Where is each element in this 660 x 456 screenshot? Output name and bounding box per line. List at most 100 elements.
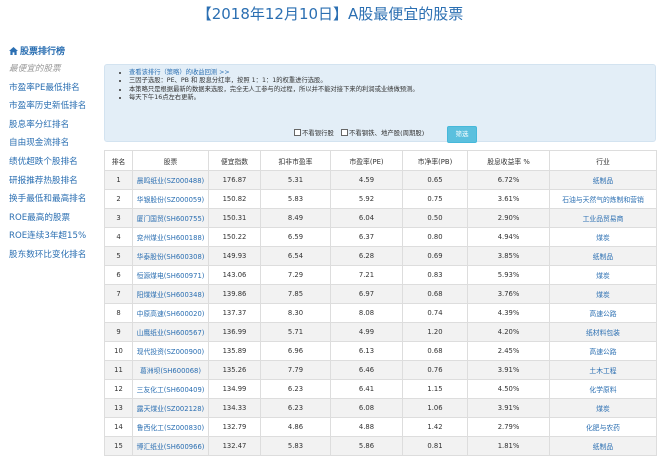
table-cell: 5.83 — [260, 436, 331, 456]
table-cell: 150.31 — [208, 208, 261, 228]
table-cell: 12 — [104, 379, 133, 399]
industry-link[interactable]: 高速公路 — [549, 303, 657, 323]
table-row: 4 兖州煤业(SH600188) 150.22 6.59 6.37 0.80 4.94% 煤炭 — [104, 227, 657, 247]
table-row: 8 中原高速(SH600020) 137.37 8.30 8.08 0.74 4.39% 高速… — [104, 303, 657, 323]
stock-link[interactable]: 兖州煤业(SH600188) — [132, 227, 209, 247]
industry-link[interactable]: 化肥与农药 — [549, 417, 657, 437]
sidebar-item[interactable]: 股息率分红排名 — [0, 116, 100, 135]
table-cell: 0.68 — [402, 341, 468, 361]
sidebar-item[interactable]: 绩优超跌个股排名 — [0, 153, 100, 172]
sidebar: 股票排行榜 最便宜的股票 市盈率PE最低排名 市盈率历史新低排名 股息率分红排名 自由现… — [0, 44, 100, 265]
table-cell: 2.90% — [467, 208, 550, 228]
stock-link[interactable]: 华泰股份(SH600308) — [132, 246, 209, 266]
info-line: 三因子选股：PE、PB 和 股息分红率，按照 1：1：1的权重进行选股。 — [129, 77, 645, 85]
table-cell: 143.06 — [208, 265, 261, 285]
stock-link[interactable]: 博汇纸业(SH600966) — [132, 436, 209, 456]
stock-link[interactable]: 现代投资(SZ000900) — [132, 341, 209, 361]
exclude-steel-checkbox[interactable]: 不看钢铁、地产股(周期股) — [341, 129, 424, 137]
sidebar-item[interactable]: 自由现金流排名 — [0, 134, 100, 153]
table-cell: 6.23 — [260, 379, 331, 399]
industry-link[interactable]: 工业品贸易商 — [549, 208, 657, 228]
stock-link[interactable]: 山鹰纸业(SH600567) — [132, 322, 209, 342]
industry-link[interactable]: 石油与天然气的炼制和营销 — [549, 189, 657, 209]
column-header[interactable]: 股票 — [132, 150, 209, 171]
table-cell: 5.31 — [260, 170, 331, 190]
stock-link[interactable]: 葛洲坝(SH600068) — [132, 360, 209, 380]
column-header[interactable]: 行业 — [549, 150, 657, 171]
stock-link[interactable]: 晨鸣纸业(SZ000488) — [132, 170, 209, 190]
column-header[interactable]: 便宜指数 — [208, 150, 261, 171]
sidebar-header[interactable]: 股票排行榜 — [0, 44, 100, 60]
sidebar-item[interactable]: 市盈率历史新低排名 — [0, 97, 100, 116]
table-cell: 0.69 — [402, 246, 468, 266]
column-header[interactable]: 市净率(PB) — [402, 150, 468, 171]
stock-link[interactable]: 鲁西化工(SZ000830) — [132, 417, 209, 437]
sidebar-item[interactable]: ROE最高的股票 — [0, 209, 100, 228]
table-row: 15 博汇纸业(SH600966) 132.47 5.83 5.86 0.81 1.81% 纸… — [104, 436, 657, 456]
table-row: 6 恒源煤电(SH600971) 143.06 7.29 7.21 0.83 5.93% 煤炭 — [104, 265, 657, 285]
table-cell: 1.15 — [402, 379, 468, 399]
sidebar-item[interactable]: 股东数环比变化排名 — [0, 246, 100, 265]
table-cell: 0.74 — [402, 303, 468, 323]
industry-link[interactable]: 土木工程 — [549, 360, 657, 380]
stock-link[interactable]: 华银股份(SZ000059) — [132, 189, 209, 209]
industry-link[interactable]: 煤炭 — [549, 284, 657, 304]
industry-link[interactable]: 纸制品 — [549, 246, 657, 266]
column-header[interactable]: 市盈率(PE) — [330, 150, 403, 171]
sidebar-header-label: 股票排行榜 — [20, 47, 66, 57]
sidebar-item[interactable]: 最便宜的股票 — [0, 60, 100, 79]
table-cell: 4.20% — [467, 322, 550, 342]
column-header[interactable]: 股息收益率 % — [467, 150, 550, 171]
table-cell: 6.23 — [260, 398, 331, 418]
table-cell: 176.87 — [208, 170, 261, 190]
column-header[interactable]: 排名 — [104, 150, 133, 171]
checkbox-icon — [294, 129, 301, 136]
ranking-table: 排名 股票 便宜指数 扣非市盈率 市盈率(PE) 市净率(PB) 股息收益率 % 行业 1 晨鸣… — [104, 150, 657, 456]
industry-link[interactable]: 煤炭 — [549, 398, 657, 418]
table-cell: 3.91% — [467, 398, 550, 418]
industry-link[interactable]: 纸制品 — [549, 170, 657, 190]
industry-link[interactable]: 煤炭 — [549, 227, 657, 247]
stock-link[interactable]: 露天煤业(SZ002128) — [132, 398, 209, 418]
stock-link[interactable]: 三友化工(SH600409) — [132, 379, 209, 399]
table-cell: 1.20 — [402, 322, 468, 342]
industry-link[interactable]: 高速公路 — [549, 341, 657, 361]
table-cell: 6.08 — [330, 398, 403, 418]
table-cell: 6.46 — [330, 360, 403, 380]
table-cell: 1.42 — [402, 417, 468, 437]
table-cell: 15 — [104, 436, 133, 456]
industry-link[interactable]: 纸材料包装 — [549, 322, 657, 342]
stock-link[interactable]: 中原高速(SH600020) — [132, 303, 209, 323]
table-cell: 9 — [104, 322, 133, 342]
industry-link[interactable]: 纸制品 — [549, 436, 657, 456]
table-cell: 14 — [104, 417, 133, 437]
column-header[interactable]: 扣非市盈率 — [260, 150, 331, 171]
filter-button[interactable]: 筛选 — [447, 126, 477, 143]
table-cell: 0.76 — [402, 360, 468, 380]
exclude-bank-checkbox[interactable]: 不看银行股 — [294, 129, 334, 137]
table-cell: 7.21 — [330, 265, 403, 285]
stock-link[interactable]: 厦门国贸(SH600755) — [132, 208, 209, 228]
sidebar-item[interactable]: 研报推荐热股排名 — [0, 172, 100, 191]
table-cell: 3.85% — [467, 246, 550, 266]
table-row: 11 葛洲坝(SH600068) 135.26 7.79 6.46 0.76 3.91% 土木… — [104, 360, 657, 380]
backtest-link[interactable]: 查看该排行（策略）的收益回测 >> — [129, 69, 230, 76]
table-cell: 5.86 — [330, 436, 403, 456]
industry-link[interactable]: 煤炭 — [549, 265, 657, 285]
table-cell: 1 — [104, 170, 133, 190]
table-cell: 132.47 — [208, 436, 261, 456]
sidebar-item[interactable]: 换手最低和最高排名 — [0, 190, 100, 209]
sidebar-item[interactable]: ROE连续3年超15% — [0, 227, 100, 246]
table-cell: 132.79 — [208, 417, 261, 437]
table-cell: 6.59 — [260, 227, 331, 247]
stock-link[interactable]: 阳煤煤业(SH600348) — [132, 284, 209, 304]
table-cell: 149.93 — [208, 246, 261, 266]
table-cell: 3 — [104, 208, 133, 228]
table-cell: 5.93% — [467, 265, 550, 285]
table-row: 9 山鹰纸业(SH600567) 136.99 5.71 4.99 1.20 4.20% 纸材… — [104, 322, 657, 342]
table-cell: 3.76% — [467, 284, 550, 304]
table-cell: 2 — [104, 189, 133, 209]
stock-link[interactable]: 恒源煤电(SH600971) — [132, 265, 209, 285]
sidebar-item[interactable]: 市盈率PE最低排名 — [0, 79, 100, 98]
industry-link[interactable]: 化学原料 — [549, 379, 657, 399]
